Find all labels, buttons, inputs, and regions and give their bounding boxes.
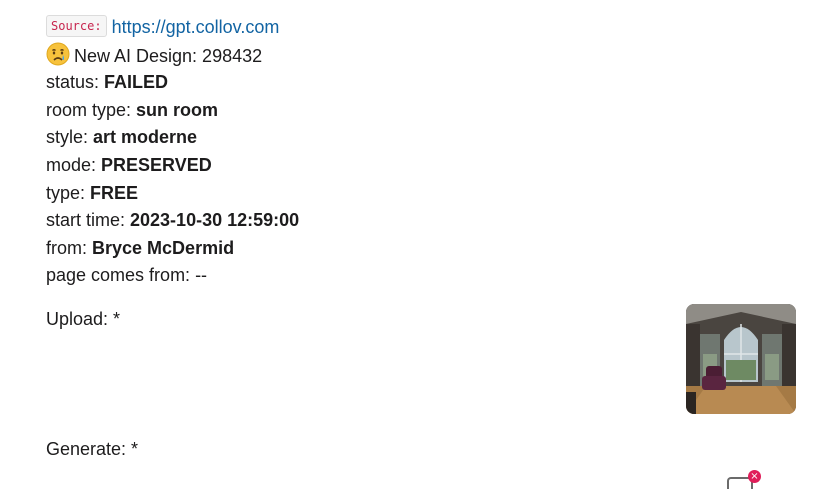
field-value: Bryce McDermid [92, 237, 235, 258]
field-value: FAILED [104, 72, 169, 93]
source-tag: Source: [46, 15, 107, 37]
field-label: start time: [46, 210, 131, 231]
crying-face-icon [46, 42, 70, 66]
field-label: mode: [46, 154, 102, 175]
field-type: type: FREE [46, 180, 806, 208]
field-mode: mode: PRESERVED [46, 152, 806, 180]
field-label: page comes from: [46, 265, 196, 286]
field-page-comes-from: page comes from: -- [46, 262, 806, 290]
field-value: PRESERVED [101, 154, 212, 175]
field-label: room type: [46, 99, 137, 120]
field-start-time: start time: 2023-10-30 12:59:00 [46, 207, 806, 235]
remove-badge-icon[interactable]: × [748, 470, 761, 483]
field-label: from: [46, 237, 93, 258]
source-link[interactable]: https://gpt.collov.com [112, 17, 280, 37]
upload-label: Upload: * [46, 309, 121, 329]
design-title-line: New AI Design: 298432 [46, 42, 806, 70]
upload-image-thumbnail[interactable] [686, 304, 796, 414]
field-label: status: [46, 72, 105, 93]
design-title: New AI Design: 298432 [74, 45, 263, 66]
field-value: art moderne [93, 127, 198, 148]
field-value: FREE [90, 182, 139, 203]
field-room-type: room type: sun room [46, 97, 806, 125]
field-value: 2023-10-30 12:59:00 [130, 210, 300, 231]
source-line: Source: https://gpt.collov.com [46, 14, 806, 42]
field-label: style: [46, 127, 94, 148]
field-label: type: [46, 182, 91, 203]
field-from: from: Bryce McDermid [46, 235, 806, 263]
field-value: -- [195, 265, 208, 286]
field-value: sun room [136, 99, 219, 120]
field-status: status: FAILED [46, 69, 806, 97]
generate-label: Generate: * [46, 439, 139, 459]
message-body: Source: https://gpt.collov.com New AI De… [46, 14, 806, 290]
field-style: style: art moderne [46, 124, 806, 152]
